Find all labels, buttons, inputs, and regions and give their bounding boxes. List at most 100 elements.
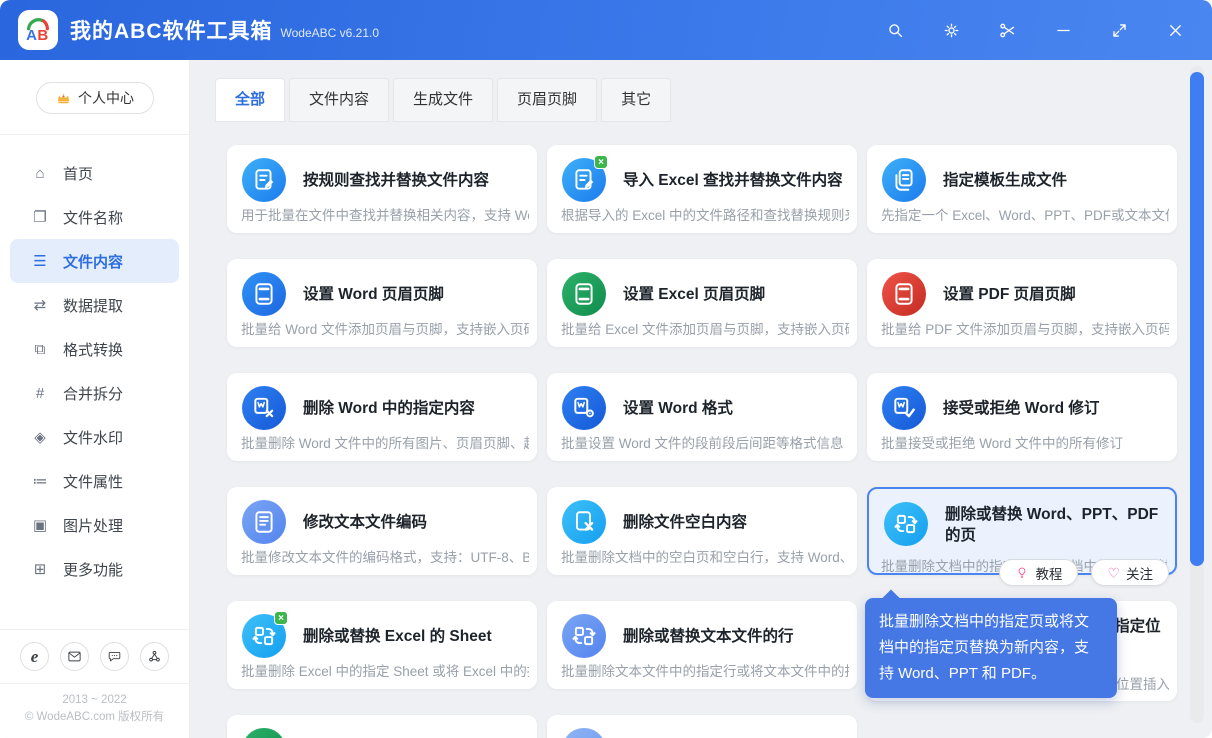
card-description: 批量删除文本文件中的指定行或将文本文件中的指定 — [561, 660, 849, 680]
card-description: 批量接受或拒绝 Word 文件中的所有修订 — [881, 432, 1169, 452]
settings-gear-icon[interactable] — [940, 19, 962, 41]
feature-card-8[interactable]: 接受或拒绝 Word 修订批量接受或拒绝 Word 文件中的所有修订 — [867, 373, 1177, 461]
feature-card-4[interactable]: 设置 Excel 页眉页脚批量给 Excel 文件添加页眉与页脚，支持嵌入页码 — [547, 259, 857, 347]
feature-card-7[interactable]: 设置 Word 格式批量设置 Word 文件的段前段后间距等格式信息 — [547, 373, 857, 461]
card-title: 设置 PDF 页眉页脚 — [943, 284, 1167, 305]
ab-logo-icon: A B — [23, 15, 53, 45]
copyright-owner: © WodeABC.com 版权所有 — [0, 709, 189, 726]
app-logo: A B — [18, 10, 58, 50]
format-convert-icon: ⧉ — [30, 341, 50, 358]
scrollbar-thumb[interactable] — [1190, 72, 1204, 566]
image-process-icon: ▣ — [30, 516, 50, 534]
word-x-icon — [242, 386, 286, 430]
category-tabs: 全部文件内容生成文件页眉页脚其它 — [215, 78, 1212, 122]
card-title: 删除或替换文本文件的行 — [623, 626, 847, 647]
card-title: 删除或替换 Word、PPT、PDF 的页 — [945, 504, 1165, 546]
tab-4[interactable]: 其它 — [601, 78, 671, 122]
feature-card-11[interactable]: 删除或替换 Word、PPT、PDF 的页批量删除文档中的指定页或将文档中的指定… — [867, 487, 1177, 575]
personal-center-label: 个人中心 — [78, 88, 134, 108]
card-title: 修改文本文件编码 — [303, 512, 527, 533]
sidebar-item-props[interactable]: ≔文件属性 — [10, 459, 179, 503]
card-description: 批量给 Word 文件添加页眉与页脚，支持嵌入页码 — [241, 318, 529, 338]
card-title: 指定模板生成文件 — [943, 170, 1167, 191]
sidebar-item-convert[interactable]: ⧉ 格式转换 — [10, 327, 179, 371]
feature-card-0[interactable]: 按规则查找并替换文件内容用于批量在文件中查找并替换相关内容，支持 Word — [227, 145, 537, 233]
card-hover-actions: 教程 ♡关注 — [999, 559, 1169, 586]
sidebar-item-watermark[interactable]: ◈文件水印 — [10, 415, 179, 459]
sidebar-item-merge[interactable]: #合并拆分 — [10, 371, 179, 415]
ie-browser-icon[interactable]: e — [20, 642, 49, 671]
sidebar-item-label: 文件属性 — [63, 471, 123, 492]
sidebar-item-home[interactable]: ⌂ 首页 — [10, 151, 179, 195]
feature-card-9[interactable]: 修改文本文件编码批量修改文本文件的编码格式，支持：UTF-8、BIG5 — [227, 487, 537, 575]
social-links: e — [0, 629, 189, 684]
share-icon[interactable] — [140, 642, 169, 671]
feature-card-partial-0[interactable] — [227, 715, 537, 738]
card-title: 设置 Word 页眉页脚 — [303, 284, 527, 305]
sidebar-item-image[interactable]: ▣图片处理 — [10, 503, 179, 547]
svg-text:B: B — [37, 27, 48, 44]
table-icon — [242, 728, 286, 738]
word-check-icon — [882, 386, 926, 430]
swap-pages-icon: × — [242, 614, 286, 658]
main-content: 全部文件内容生成文件页眉页脚其它 按规则查找并替换文件内容用于批量在文件中查找并… — [190, 60, 1212, 738]
card-title: 按规则查找并替换文件内容 — [303, 170, 527, 191]
card-description: 批量给 Excel 文件添加页眉与页脚，支持嵌入页码 — [561, 318, 849, 338]
sidebar-item-label: 文件水印 — [63, 427, 123, 448]
tab-0-active[interactable]: 全部 — [215, 78, 285, 122]
card-title: 设置 Excel 页眉页脚 — [623, 284, 847, 305]
card-title: 删除文件空白内容 — [623, 512, 847, 533]
feature-card-partial-1[interactable] — [547, 715, 857, 738]
card-title: 接受或拒绝 Word 修订 — [943, 398, 1167, 419]
crown-icon — [55, 90, 72, 107]
sidebar-item-more[interactable]: ⊞更多功能 — [10, 547, 179, 591]
swap-pages-icon — [884, 502, 928, 546]
mail-icon[interactable] — [60, 642, 89, 671]
search-icon[interactable] — [884, 19, 906, 41]
data-extract-icon: ⇄ — [30, 296, 50, 314]
sidebar-item-filename[interactable]: ❐文件名称 — [10, 195, 179, 239]
tutorial-button[interactable]: 教程 — [999, 559, 1078, 586]
tab-1[interactable]: 文件内容 — [289, 78, 389, 122]
copyright: 2013 ~ 2022 © WodeABC.com 版权所有 — [0, 684, 189, 738]
svg-text:A: A — [26, 27, 37, 44]
feature-card-13[interactable]: 删除或替换文本文件的行批量删除文本文件中的指定行或将文本文件中的指定 — [547, 601, 857, 689]
sidebar-item-label: 首页 — [63, 163, 93, 184]
sidebar-item-extract[interactable]: ⇄ 数据提取 — [10, 283, 179, 327]
doc-edit-icon: × — [562, 158, 606, 202]
personal-center-button[interactable]: 个人中心 — [36, 82, 154, 114]
feature-card-2[interactable]: 指定模板生成文件先指定一个 Excel、Word、PPT、PDF或文本文件作 — [867, 145, 1177, 233]
sidebar-item-label: 数据提取 — [63, 295, 123, 316]
copyright-years: 2013 ~ 2022 — [0, 692, 189, 709]
feature-card-3[interactable]: 设置 Word 页眉页脚批量给 Word 文件添加页眉与页脚，支持嵌入页码 — [227, 259, 537, 347]
swap-pages-icon — [562, 614, 606, 658]
doc-edit-icon — [242, 158, 286, 202]
file-name-icon: ❐ — [30, 208, 50, 226]
file-content-icon: ☰ — [30, 252, 50, 270]
card-description: 批量删除文档中的空白页和空白行，支持 Word、E — [561, 546, 849, 566]
maximize-icon[interactable] — [1108, 19, 1130, 41]
feature-card-1[interactable]: ×导入 Excel 查找并替换文件内容根据导入的 Excel 中的文件路径和查找… — [547, 145, 857, 233]
tab-2[interactable]: 生成文件 — [393, 78, 493, 122]
sidebar-item-filecontent[interactable]: ☰文件内容 — [10, 239, 179, 283]
scrollbar-track[interactable] — [1190, 66, 1204, 723]
feature-card-12[interactable]: ×删除或替换 Excel 的 Sheet批量删除 Excel 中的指定 Shee… — [227, 601, 537, 689]
page-header-footer-icon — [242, 272, 286, 316]
tab-3[interactable]: 页眉页脚 — [497, 78, 597, 122]
follow-button[interactable]: ♡关注 — [1091, 559, 1169, 586]
app-title: 我的ABC软件工具箱 — [70, 15, 273, 45]
close-icon[interactable] — [1164, 19, 1186, 41]
scissors-tools-icon[interactable] — [996, 19, 1018, 41]
chat-icon[interactable] — [100, 642, 129, 671]
home-icon: ⌂ — [30, 165, 50, 182]
feature-card-6[interactable]: 删除 Word 中的指定内容批量删除 Word 文件中的所有图片、页眉页脚、超链 — [227, 373, 537, 461]
card-description: 批量修改文本文件的编码格式，支持：UTF-8、BIG5 — [241, 546, 529, 566]
feature-card-5[interactable]: 设置 PDF 页眉页脚批量给 PDF 文件添加页眉与页脚，支持嵌入页码 — [867, 259, 1177, 347]
feature-card-10[interactable]: 删除文件空白内容批量删除文档中的空白页和空白行，支持 Word、E — [547, 487, 857, 575]
sidebar-item-label: 格式转换 — [63, 339, 123, 360]
app-version: WodeABC v6.21.0 — [281, 26, 380, 40]
tooltip: 批量删除文档中的指定页或将文档中的指定页替换为新内容，支持 Word、PPT 和… — [865, 598, 1117, 698]
card-title: 设置 Word 格式 — [623, 398, 847, 419]
sidebar-footer: e 2013 ~ 2022 © WodeABC.com 版权所有 — [0, 629, 189, 738]
minimize-icon[interactable] — [1052, 19, 1074, 41]
